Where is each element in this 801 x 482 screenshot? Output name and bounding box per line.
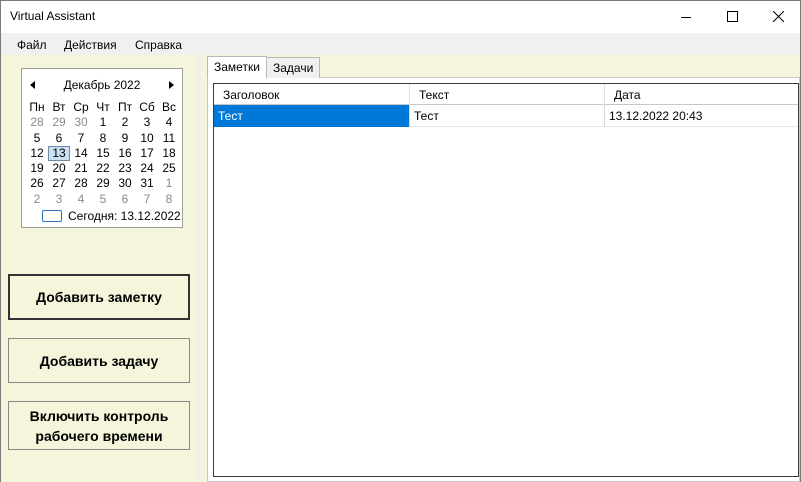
- table-cell-title[interactable]: Тест: [214, 105, 410, 127]
- calendar-day[interactable]: 5: [26, 131, 48, 146]
- add-note-label: Добавить заметку: [36, 289, 162, 305]
- calendar-day[interactable]: 6: [114, 192, 136, 207]
- calendar-day[interactable]: 25: [158, 161, 180, 176]
- weekday-label: Вс: [161, 100, 176, 114]
- chevron-right-icon[interactable]: [169, 81, 174, 89]
- table-row[interactable]: Тест Тест 13.12.2022 20:43: [214, 105, 798, 127]
- maximize-icon: [726, 11, 738, 22]
- calendar-day[interactable]: 28: [70, 176, 92, 191]
- calendar-grid: Пн Вт Ср Чт Пт Сб Вс 28 29 30 1 2 3 4 5 …: [26, 100, 180, 207]
- calendar-week: 2 3 4 5 6 7 8: [26, 192, 180, 207]
- close-button[interactable]: [755, 1, 801, 32]
- calendar-day[interactable]: 3: [136, 115, 158, 130]
- window-title: Virtual Assistant: [10, 9, 96, 23]
- calendar-week: 19 20 21 22 23 24 25: [26, 161, 180, 176]
- title-bar: Virtual Assistant: [1, 1, 800, 32]
- close-icon: [772, 11, 784, 22]
- calendar-day[interactable]: 27: [48, 176, 70, 191]
- calendar-day[interactable]: 3: [48, 192, 70, 207]
- calendar-day[interactable]: 16: [114, 146, 136, 161]
- calendar-day[interactable]: 28: [26, 115, 48, 130]
- calendar-day[interactable]: 15: [92, 146, 114, 161]
- minimize-icon: [681, 16, 691, 18]
- calendar-day[interactable]: 4: [158, 115, 180, 130]
- app-window: Virtual Assistant Файл Действия Справка …: [0, 0, 801, 482]
- calendar-day[interactable]: 12: [26, 146, 48, 161]
- calendar-day[interactable]: 30: [114, 176, 136, 191]
- today-marker-icon: [42, 210, 62, 222]
- calendar-day[interactable]: 14: [70, 146, 92, 161]
- menu-help[interactable]: Справка: [135, 38, 182, 52]
- calendar-day[interactable]: 1: [92, 115, 114, 130]
- calendar-today[interactable]: Сегодня: 13.12.2022: [42, 209, 181, 223]
- calendar-day[interactable]: 30: [70, 115, 92, 130]
- calendar-day-selected[interactable]: 13: [48, 145, 70, 162]
- calendar-day[interactable]: 20: [48, 161, 70, 176]
- add-task-button[interactable]: Добавить задачу: [8, 338, 190, 383]
- calendar-day[interactable]: 18: [158, 146, 180, 161]
- calendar-week: 28 29 30 1 2 3 4: [26, 115, 180, 130]
- calendar-day[interactable]: 8: [92, 131, 114, 146]
- calendar-day[interactable]: 11: [158, 131, 180, 146]
- menu-bar: Файл Действия Справка: [1, 33, 800, 55]
- minimize-button[interactable]: [663, 1, 709, 32]
- calendar-day[interactable]: 10: [136, 131, 158, 146]
- table-cell-text[interactable]: Тест: [410, 105, 605, 127]
- column-header-text[interactable]: Текст: [410, 84, 605, 105]
- menu-actions[interactable]: Действия: [64, 38, 117, 52]
- weekday-label: Вт: [52, 100, 66, 114]
- calendar-header: Декабрь 2022: [22, 78, 182, 94]
- calendar-week: 26 27 28 29 30 31 1: [26, 176, 180, 191]
- work-time-label-line1: Включить контроль: [29, 407, 169, 424]
- tab-notes[interactable]: Заметки: [207, 56, 267, 78]
- column-header-date[interactable]: Дата: [605, 84, 798, 105]
- calendar-day[interactable]: 6: [48, 131, 70, 146]
- calendar-week: 12 13 14 15 16 17 18: [26, 145, 180, 162]
- add-task-label: Добавить задачу: [39, 352, 159, 369]
- calendar-day[interactable]: 7: [136, 192, 158, 207]
- calendar-day[interactable]: 5: [92, 192, 114, 207]
- menu-file[interactable]: Файл: [17, 38, 47, 52]
- calendar-day[interactable]: 2: [114, 115, 136, 130]
- today-label: Сегодня: 13.12.2022: [68, 209, 181, 223]
- weekday-label: Сб: [139, 100, 155, 114]
- calendar-day[interactable]: 26: [26, 176, 48, 191]
- calendar-day[interactable]: 19: [26, 161, 48, 176]
- calendar-day[interactable]: 22: [92, 161, 114, 176]
- calendar-week: 5 6 7 8 9 10 11: [26, 131, 180, 146]
- calendar-day[interactable]: 1: [158, 176, 180, 191]
- calendar-day[interactable]: 24: [136, 161, 158, 176]
- weekday-label: Чт: [96, 100, 110, 114]
- add-note-button[interactable]: Добавить заметку: [8, 274, 190, 320]
- calendar-day[interactable]: 8: [158, 192, 180, 207]
- work-time-control-button[interactable]: Включить контроль рабочего времени: [8, 401, 190, 450]
- calendar-day[interactable]: 29: [48, 115, 70, 130]
- calendar-day[interactable]: 7: [70, 131, 92, 146]
- calendar-day[interactable]: 2: [26, 192, 48, 207]
- calendar-day[interactable]: 17: [136, 146, 158, 161]
- calendar-day[interactable]: 31: [136, 176, 158, 191]
- calendar-day[interactable]: 23: [114, 161, 136, 176]
- calendar-day[interactable]: 29: [92, 176, 114, 191]
- calendar-month-label[interactable]: Декабрь 2022: [22, 78, 182, 92]
- calendar-day[interactable]: 4: [70, 192, 92, 207]
- maximize-button[interactable]: [709, 1, 755, 32]
- weekday-label: Пт: [117, 100, 133, 114]
- tab-tasks[interactable]: Задачи: [266, 57, 321, 78]
- calendar-weekdays: Пн Вт Ср Чт Пт Сб Вс: [26, 100, 180, 115]
- weekday-label: Пн: [29, 100, 45, 114]
- notes-table[interactable]: Заголовок Текст Дата Тест Тест 13.12.202…: [213, 83, 799, 477]
- calendar-day[interactable]: 21: [70, 161, 92, 176]
- calendar-day[interactable]: 9: [114, 131, 136, 146]
- table-header: Заголовок Текст Дата: [214, 84, 798, 105]
- column-header-title[interactable]: Заголовок: [214, 84, 410, 105]
- work-time-label-line2: рабочего времени: [35, 427, 163, 444]
- weekday-label: Ср: [73, 100, 89, 114]
- month-calendar[interactable]: Декабрь 2022 Пн Вт Ср Чт Пт Сб Вс 28 29 …: [21, 68, 183, 228]
- table-cell-date[interactable]: 13.12.2022 20:43: [605, 105, 798, 127]
